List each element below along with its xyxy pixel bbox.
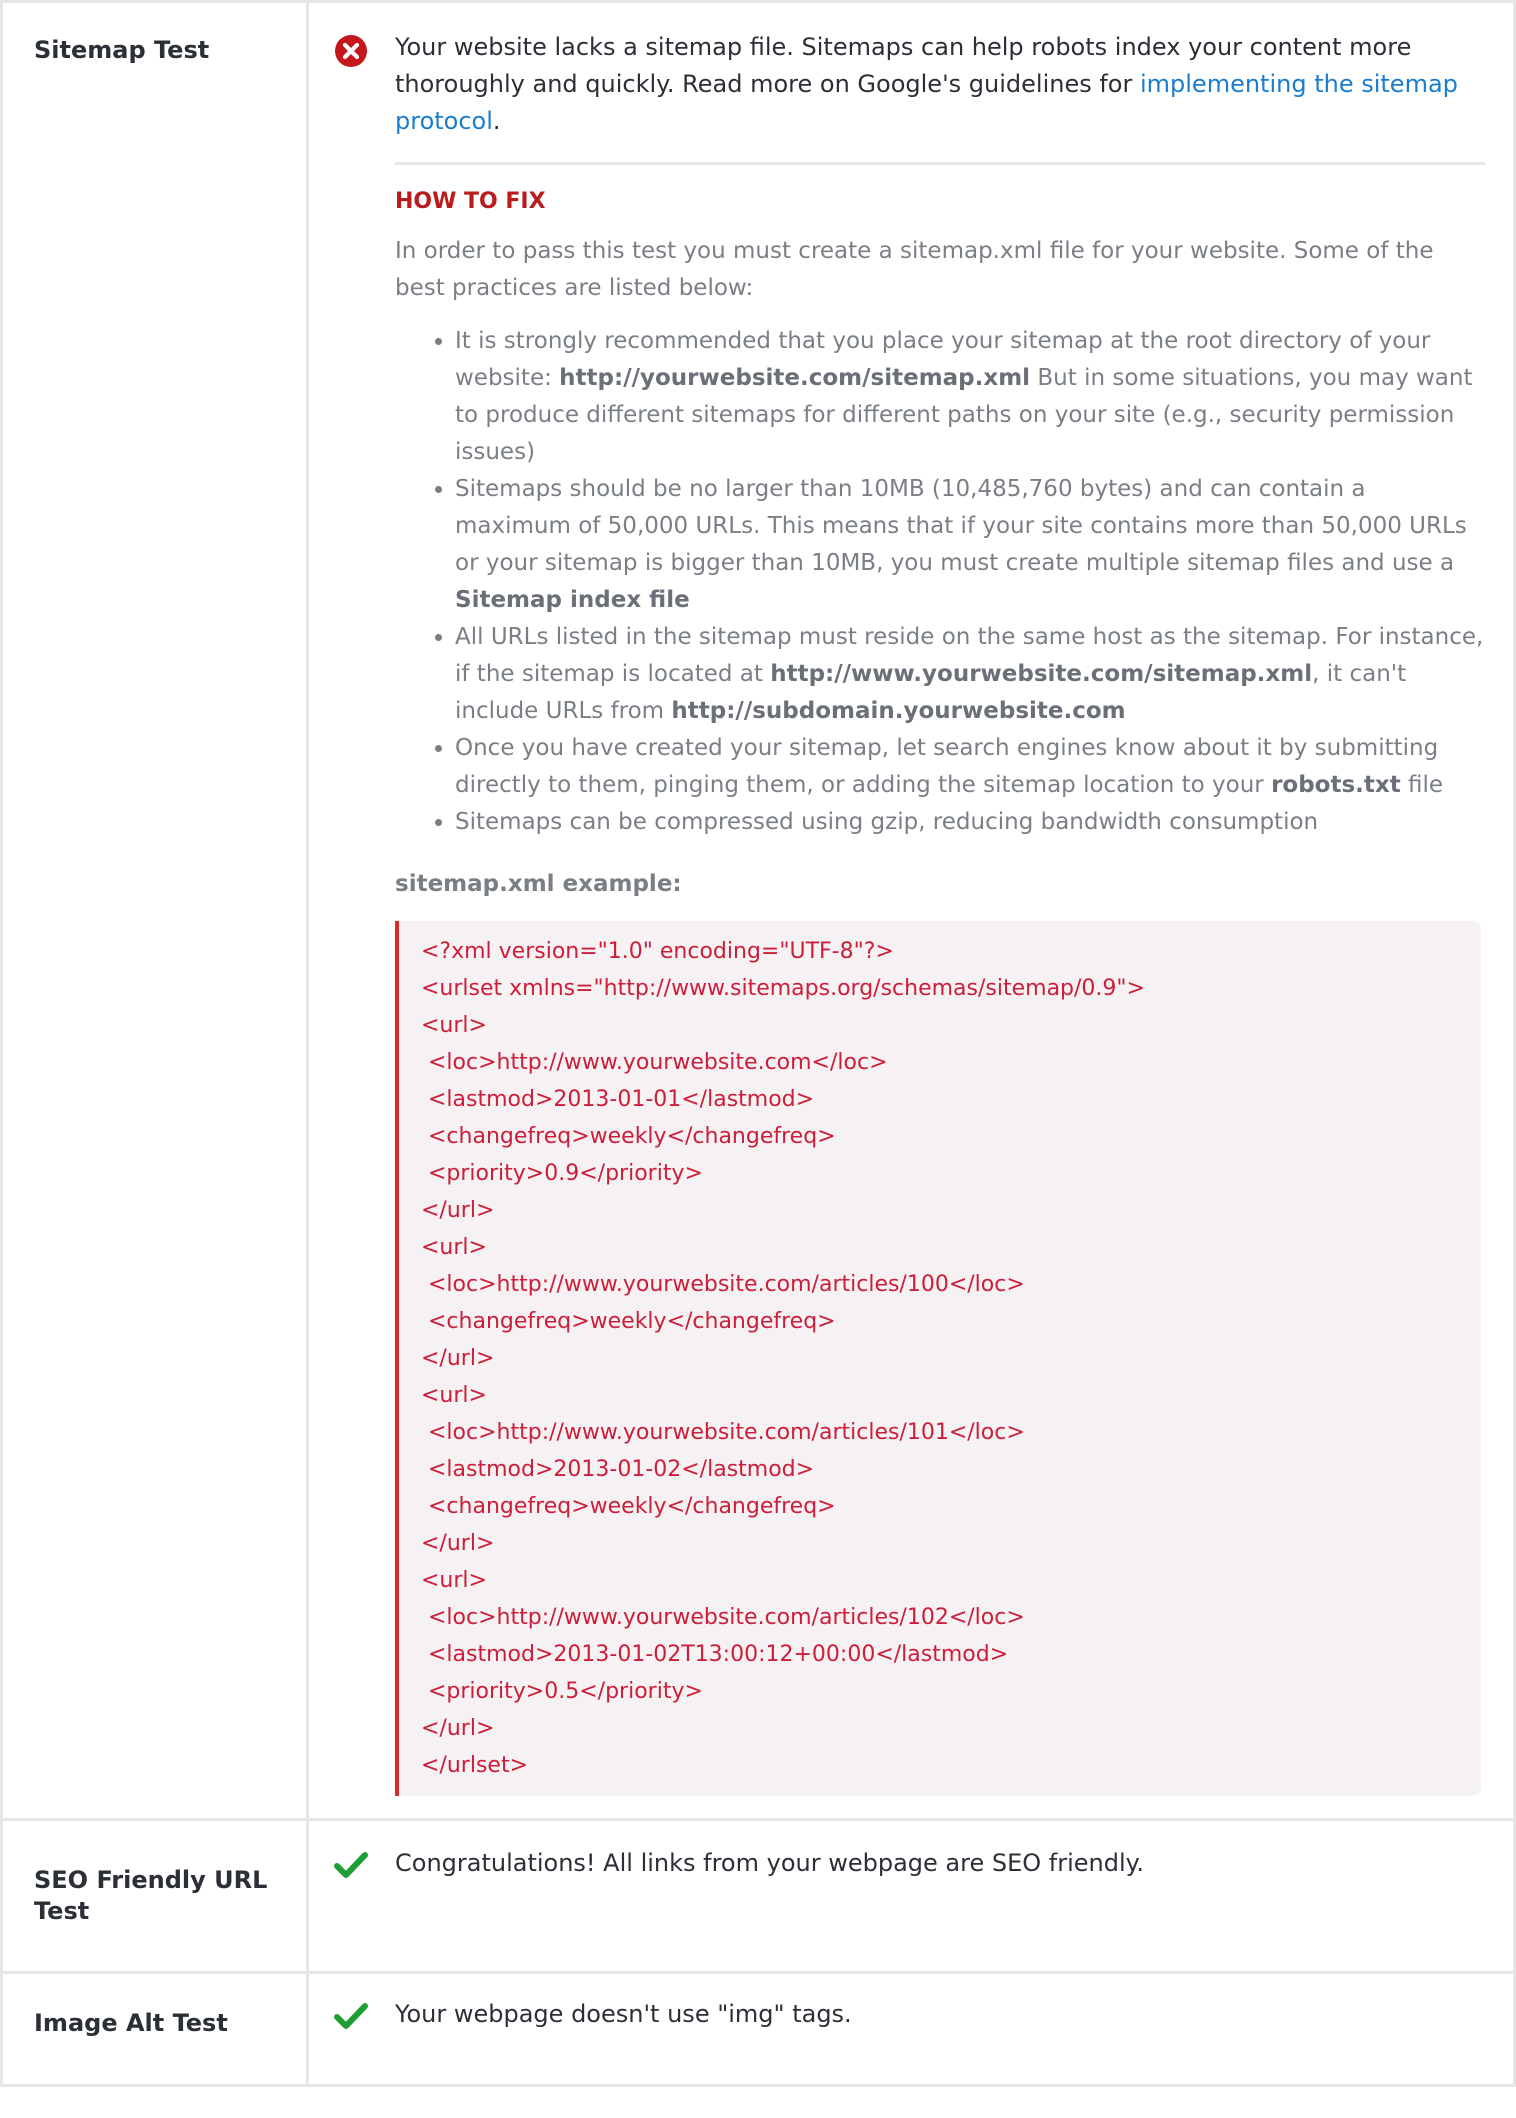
list-item: All URLs listed in the sitemap must resi… <box>455 619 1485 730</box>
seo-status-line: Congratulations! All links from your web… <box>333 1845 1485 1883</box>
image-alt-test-label: Image Alt Test <box>3 1974 309 2084</box>
list-item: Sitemaps should be no larger than 10MB (… <box>455 471 1485 619</box>
sitemap-test-content: Your website lacks a sitemap file. Sitem… <box>309 3 1513 1818</box>
practice-emphasis: Sitemap index file <box>455 587 690 613</box>
list-item: It is strongly recommended that you plac… <box>455 323 1485 471</box>
code-line: </url> <box>421 1716 495 1741</box>
code-line: <priority>0.9</priority> <box>421 1161 703 1186</box>
list-item: Sitemaps can be compressed using gzip, r… <box>455 804 1485 841</box>
practice-emphasis: http://www.yourwebsite.com/sitemap.xml <box>770 661 1313 687</box>
sitemap-test-label: Sitemap Test <box>3 3 309 1818</box>
code-line: <url> <box>421 1235 487 1260</box>
code-line: <urlset xmlns="http://www.sitemaps.org/s… <box>421 976 1145 1001</box>
code-line: <url> <box>421 1013 487 1038</box>
checkmark-icon <box>333 1998 369 2034</box>
sitemap-example-title: sitemap.xml example: <box>395 871 682 897</box>
code-line: <url> <box>421 1568 487 1593</box>
code-line: <loc>http://www.yourwebsite.com/articles… <box>421 1420 1025 1445</box>
code-line: <changefreq>weekly</changefreq> <box>421 1309 836 1334</box>
seo-friendly-url-test-label: SEO Friendly URL Test <box>3 1821 309 1971</box>
practice-emphasis: http://yourwebsite.com/sitemap.xml <box>559 365 1031 391</box>
code-line: <priority>0.5</priority> <box>421 1679 703 1704</box>
code-line: <lastmod>2013-01-02</lastmod> <box>421 1457 815 1482</box>
practice-text: file <box>1400 772 1444 798</box>
sitemap-test-row: Sitemap Test Your website lacks a sitema… <box>0 0 1516 1821</box>
code-line: <?xml version="1.0" encoding="UTF-8"?> <box>421 939 894 964</box>
sitemap-status-message: Your website lacks a sitemap file. Sitem… <box>395 29 1485 140</box>
seo-friendly-url-test-row: SEO Friendly URL Test Congratulations! A… <box>0 1821 1516 1974</box>
code-line: <changefreq>weekly</changefreq> <box>421 1124 836 1149</box>
code-line: <loc>http://www.yourwebsite.com</loc> <box>421 1050 888 1075</box>
sitemap-status-line: Your website lacks a sitemap file. Sitem… <box>333 29 1485 140</box>
code-line: <changefreq>weekly</changefreq> <box>421 1494 836 1519</box>
image-alt-status-message: Your webpage doesn't use "img" tags. <box>395 2000 852 2028</box>
code-line: <loc>http://www.yourwebsite.com/articles… <box>421 1272 1025 1297</box>
code-line: </url> <box>421 1531 495 1556</box>
practice-emphasis: robots.txt <box>1271 772 1401 798</box>
code-line: <url> <box>421 1383 487 1408</box>
image-alt-test-row: Image Alt Test Your webpage doesn't use … <box>0 1974 1516 2087</box>
sitemap-message-suffix: . <box>492 107 501 135</box>
section-divider <box>395 162 1485 165</box>
code-line: <loc>http://www.yourwebsite.com/articles… <box>421 1605 1025 1630</box>
practice-text: Sitemaps should be no larger than 10MB (… <box>455 476 1467 576</box>
code-line: </urlset> <box>421 1753 529 1778</box>
sitemap-code-example: <?xml version="1.0" encoding="UTF-8"?> <u… <box>395 921 1481 1796</box>
code-line: </url> <box>421 1198 495 1223</box>
seo-friendly-url-test-content: Congratulations! All links from your web… <box>309 1821 1513 1971</box>
practice-text: Sitemaps can be compressed using gzip, r… <box>455 809 1319 835</box>
practice-emphasis: http://subdomain.yourwebsite.com <box>671 698 1126 724</box>
code-line: <lastmod>2013-01-02T13:00:12+00:00</last… <box>421 1642 1009 1667</box>
how-to-fix-section: HOW TO FIX In order to pass this test yo… <box>395 162 1485 1796</box>
seo-status-message: Congratulations! All links from your web… <box>395 1849 1145 1877</box>
how-to-fix-intro: In order to pass this test you must crea… <box>395 238 1434 301</box>
seo-report-table: Sitemap Test Your website lacks a sitema… <box>0 0 1516 2087</box>
list-item: Once you have created your sitemap, let … <box>455 730 1485 804</box>
code-line: <lastmod>2013-01-01</lastmod> <box>421 1087 815 1112</box>
close-circle-icon <box>333 33 369 69</box>
code-line: </url> <box>421 1346 495 1371</box>
checkmark-icon <box>333 1847 369 1883</box>
image-alt-status-line: Your webpage doesn't use "img" tags. <box>333 1996 1485 2034</box>
image-alt-test-content: Your webpage doesn't use "img" tags. <box>309 1974 1513 2084</box>
how-to-fix-title: HOW TO FIX <box>395 189 546 214</box>
best-practices-list: It is strongly recommended that you plac… <box>395 323 1485 841</box>
